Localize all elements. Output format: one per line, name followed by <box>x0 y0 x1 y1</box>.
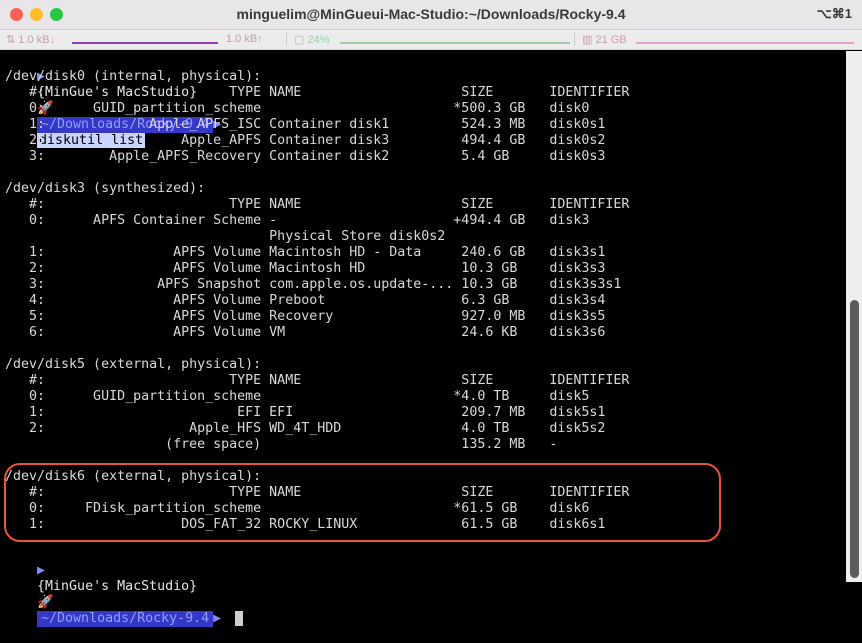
memory-usage: ▥ 21 GB <box>582 33 627 46</box>
prompt-separator-icon: ▶ <box>213 611 222 626</box>
output-line: 1: APFS Volume Macintosh HD - Data 240.6… <box>5 245 606 260</box>
window-title: minguelim@MinGueui-Mac-Studio:~/Download… <box>236 6 626 22</box>
status-divider <box>286 32 287 46</box>
output-line: 3: Apple_APFS_Recovery Container disk2 5… <box>5 149 606 164</box>
output-line: /dev/disk0 (internal, physical): <box>5 69 262 84</box>
cpu-usage: ▢ 24% <box>294 33 329 46</box>
output-line: /dev/disk3 (synthesized): <box>5 181 206 196</box>
network-upload: 1.0 kB↑ <box>226 33 263 45</box>
scrollbar-thumb[interactable] <box>850 300 859 578</box>
cpu-usage-value: 24% <box>307 34 330 46</box>
output-line: 0: GUID_partition_scheme *500.3 GB disk0 <box>5 101 590 116</box>
output-line: 3: APFS Snapshot com.apple.os.update-...… <box>5 277 622 292</box>
text-cursor[interactable] <box>235 611 244 626</box>
prompt-line-current: ▶ {MinGue's MacStudio} 🚀 ~/Downloads/Roc… <box>5 547 244 627</box>
output-line: /dev/disk5 (external, physical): <box>5 357 262 372</box>
output-line: (free space) 135.2 MB - <box>5 437 558 452</box>
prompt-host: {MinGue's MacStudio} <box>37 579 198 594</box>
output-line: 0: GUID_partition_scheme *4.0 TB disk5 <box>5 389 590 404</box>
window-shortcut: ⌥⌘1 <box>816 6 852 21</box>
output-line: 0: APFS Container Scheme - +494.4 GB dis… <box>5 213 590 228</box>
output-line: 2: APFS Volume Macintosh HD 10.3 GB disk… <box>5 261 606 276</box>
title-bar: minguelim@MinGueui-Mac-Studio:~/Download… <box>0 0 862 30</box>
output-line: 1: EFI EFI 209.7 MB disk5s1 <box>5 405 606 420</box>
output-line: 6: APFS Volume VM 24.6 KB disk3s6 <box>5 325 606 340</box>
output-line: #: TYPE NAME SIZE IDENTIFIER <box>5 85 630 100</box>
prompt-arrow-icon: ▶ <box>37 563 46 578</box>
memory-icon: ▥ <box>582 34 596 46</box>
network-graph <box>72 42 218 44</box>
output-line: 2: Apple_HFS WD_4T_HDD 4.0 TB disk5s2 <box>5 421 606 436</box>
network-download-value: 1.0 kB↓ <box>18 34 55 46</box>
memory-usage-value: 21 GB <box>595 34 627 46</box>
memory-graph <box>636 42 854 44</box>
output-line: 4: APFS Volume Preboot 6.3 GB disk3s4 <box>5 293 606 308</box>
output-line: Physical Store disk0s2 <box>5 229 446 244</box>
output-line: 1: Apple_APFS_ISC Container disk1 524.3 … <box>5 117 606 132</box>
network-icon: ⇅ <box>6 34 19 46</box>
cpu-icon: ▢ <box>294 34 308 46</box>
cpu-graph <box>340 42 570 44</box>
status-bar: ⇅ 1.0 kB↓ 1.0 kB↑ ▢ 24% ▥ 21 GB <box>0 30 862 50</box>
rocket-icon: 🚀 <box>37 595 54 610</box>
disk6-highlight-annotation <box>4 463 721 542</box>
output-line: #: TYPE NAME SIZE IDENTIFIER <box>5 373 630 388</box>
prompt-line: ▶ {MinGue's MacStudio} 🚀 ~/Downloads/Roc… <box>5 53 221 148</box>
network-download: ⇅ 1.0 kB↓ <box>6 33 55 46</box>
prompt-path: ~/Downloads/Rocky-9.4 <box>37 611 214 627</box>
status-divider <box>574 32 575 46</box>
output-line: 2: Apple_APFS Container disk3 494.4 GB d… <box>5 133 606 148</box>
output-line: #: TYPE NAME SIZE IDENTIFIER <box>5 197 630 212</box>
output-line: 5: APFS Volume Recovery 927.0 MB disk3s5 <box>5 309 606 324</box>
